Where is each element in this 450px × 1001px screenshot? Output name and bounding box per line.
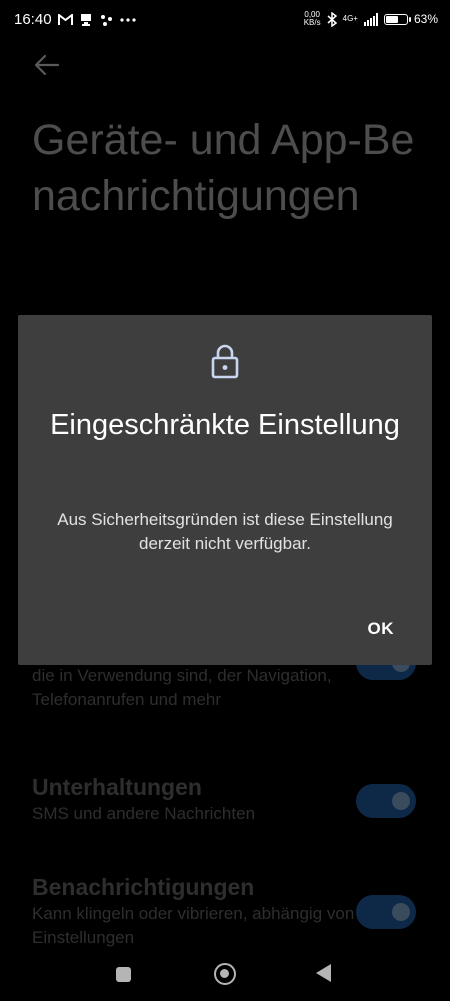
status-left: 16:40: [14, 11, 137, 28]
toggle-knob: [392, 903, 410, 921]
network-type: 4G+: [342, 14, 358, 23]
dialog-message: Aus Sicherheitsgründen ist diese Einstel…: [57, 510, 393, 553]
dots-icon: [100, 14, 112, 26]
back-arrow-icon[interactable]: [30, 50, 62, 80]
signal-icon: [363, 12, 378, 26]
back-button[interactable]: [316, 964, 331, 982]
toggle-switch[interactable]: [356, 895, 416, 929]
status-right: 0,00 KB/s 4G+ 63%: [304, 11, 438, 27]
net-speed-unit: KB/s: [303, 18, 321, 27]
battery-percent: 63%: [413, 12, 438, 26]
toggle-knob: [392, 792, 410, 810]
cast-icon: [80, 13, 91, 26]
recents-button[interactable]: [116, 967, 131, 982]
ok-button[interactable]: OK: [354, 615, 409, 643]
battery-icon: [383, 13, 411, 25]
status-time: 16:40: [14, 11, 52, 28]
lock-icon: [211, 344, 239, 379]
gmail-icon: [57, 13, 73, 25]
net-speed: 0,00 KB/s: [304, 11, 321, 27]
page-title: Geräte- und App-Benachrichtigungen: [32, 116, 415, 220]
battery-fill: [385, 15, 398, 23]
restricted-setting-dialog: Eingeschränkte Einstellung Aus Sicherhei…: [18, 315, 432, 665]
home-button[interactable]: [214, 963, 236, 985]
toggle-switch[interactable]: [356, 784, 416, 818]
dialog-title: Eingeschränkte Einstellung: [50, 409, 400, 441]
status-bar: 16:40 0,00 KB/s 4G+ 63%: [0, 0, 450, 40]
bluetooth-icon: [327, 11, 337, 27]
navigation-bar: [0, 950, 450, 1001]
more-icon: [119, 17, 136, 22]
